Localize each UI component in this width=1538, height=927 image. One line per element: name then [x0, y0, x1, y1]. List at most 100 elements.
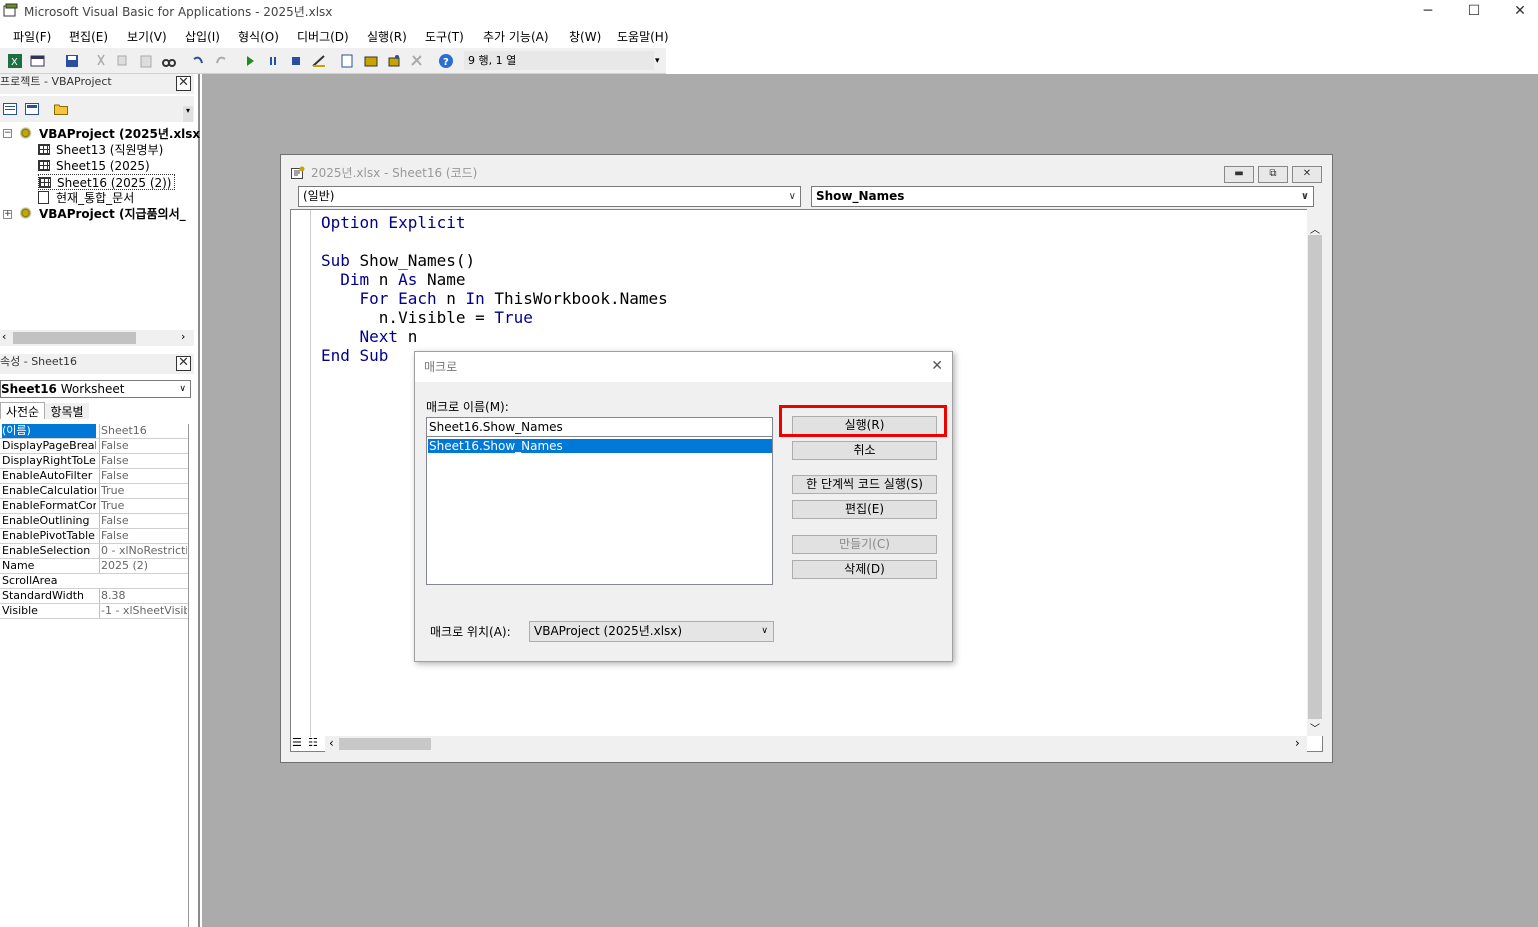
toggle-folders-icon[interactable] — [54, 103, 68, 115]
property-value[interactable]: False — [99, 439, 187, 453]
scroll-down-icon[interactable]: ﹀ — [1310, 720, 1320, 735]
menu-run[interactable]: 실행(R) — [367, 28, 407, 45]
help-icon[interactable]: ? — [438, 53, 454, 69]
code-close-button[interactable]: ✕ — [1292, 166, 1322, 183]
property-row[interactable]: EnableOutlining False — [0, 514, 188, 529]
tree-item-project2[interactable]: VBAProject (지급품의서_ — [20, 206, 186, 222]
scroll-left-icon[interactable]: ‹ — [329, 736, 334, 750]
property-value[interactable]: True — [99, 499, 187, 513]
menu-edit[interactable]: 편집(E) — [69, 28, 108, 45]
property-row[interactable]: EnablePivotTable False — [0, 529, 188, 544]
project-hscroll[interactable]: ‹ › — [0, 330, 194, 346]
margin-indicator-bar[interactable] — [291, 210, 311, 737]
code-line[interactable]: Dim n As Name — [321, 270, 465, 289]
properties-window-icon[interactable] — [363, 53, 379, 69]
property-value[interactable]: False — [99, 514, 187, 528]
menu-help[interactable]: 도움말(H) — [617, 28, 669, 45]
code-vscroll-thumb[interactable] — [1308, 235, 1322, 719]
excel-icon[interactable]: X — [7, 53, 23, 69]
find-icon[interactable] — [161, 53, 177, 69]
menu-view[interactable]: 보기(V) — [127, 28, 167, 45]
edit-button[interactable]: 편집(E) — [792, 500, 937, 519]
property-row[interactable]: DisplayPageBreaksFalse — [0, 439, 188, 454]
full-module-view-icon[interactable]: ☷ — [308, 736, 318, 749]
tree-item-sheet16[interactable]: Sheet16 (2025 (2)) — [38, 174, 175, 190]
macro-name-input[interactable]: Sheet16.Show_Names — [427, 418, 772, 437]
tab-alphabetic[interactable]: 사전순 — [0, 402, 45, 419]
delete-button[interactable]: 삭제(D) — [792, 560, 937, 579]
macro-list[interactable]: Sheet16.Show_Names Sheet16.Show_Names — [426, 417, 773, 585]
property-value[interactable]: False — [99, 454, 187, 468]
scroll-left-icon[interactable]: ‹ — [2, 330, 6, 343]
property-value[interactable]: Sheet16 — [99, 424, 187, 438]
copy-icon[interactable] — [115, 53, 131, 69]
design-mode-icon[interactable] — [311, 53, 327, 69]
scroll-right-icon[interactable]: › — [1295, 736, 1300, 750]
tree-collapse-icon[interactable]: − — [3, 129, 12, 138]
code-line[interactable]: n.Visible = True — [321, 308, 533, 327]
property-row[interactable]: DisplayRightToLeft False — [0, 454, 188, 469]
cancel-button[interactable]: 취소 — [792, 441, 937, 460]
property-value[interactable]: -1 - xlSheetVisible — [99, 604, 187, 618]
macro-list-item[interactable]: Sheet16.Show_Names — [428, 439, 772, 453]
code-line[interactable]: Sub Show_Names() — [321, 251, 475, 270]
code-line[interactable]: Next n — [321, 327, 418, 346]
tree-item-sheet15[interactable]: Sheet15 (2025) — [38, 158, 150, 174]
project-explorer-close-button[interactable]: ✕ — [176, 76, 191, 91]
reset-icon[interactable] — [288, 53, 304, 69]
close-button[interactable]: ✕ — [1497, 0, 1538, 24]
property-row[interactable]: EnableCalculation True — [0, 484, 188, 499]
property-row[interactable]: StandardWidth 8.38 — [0, 589, 188, 604]
undo-icon[interactable] — [190, 53, 206, 69]
macro-dialog-close-button[interactable]: ✕ — [931, 358, 943, 374]
property-row[interactable]: EnableFormatConditionsCalculationTrue — [0, 499, 188, 514]
paste-icon[interactable] — [138, 53, 154, 69]
cut-icon[interactable] — [93, 53, 109, 69]
property-value[interactable]: 2025 (2) — [99, 559, 187, 573]
toolbar-options-icon[interactable]: ▾ — [655, 56, 660, 66]
property-row[interactable]: (이름) Sheet16 — [0, 424, 188, 439]
insert-userform-icon[interactable] — [30, 53, 46, 69]
procedure-combo[interactable]: Show_Names ∨ — [811, 186, 1314, 207]
tree-item-project[interactable]: VBAProject (2025년.xlsx — [20, 126, 200, 142]
minimize-button[interactable]: ─ — [1405, 0, 1451, 24]
procedure-view-icon[interactable]: ☰ — [292, 736, 302, 749]
property-value[interactable]: 0 - xlNoRestrictions — [99, 544, 187, 558]
object-combo[interactable]: (일반) ∨ — [298, 186, 801, 207]
code-vscroll[interactable]: ︿ ﹀ — [1307, 209, 1323, 736]
tree-expand-icon[interactable]: + — [3, 210, 12, 219]
tree-item-thisworkbook[interactable]: 현재_통합_문서 — [38, 190, 134, 206]
code-line[interactable]: For Each n In ThisWorkbook.Names — [321, 289, 668, 308]
property-row[interactable]: Name 2025 (2) — [0, 559, 188, 574]
property-value[interactable]: False — [99, 529, 187, 543]
scroll-up-icon[interactable]: ︿ — [1310, 221, 1320, 236]
run-icon[interactable] — [242, 53, 258, 69]
menu-addins[interactable]: 추가 기능(A) — [483, 28, 549, 45]
code-line[interactable]: Option Explicit — [321, 213, 466, 232]
macro-location-select[interactable]: VBAProject (2025년.xlsx) ∨ — [529, 621, 774, 642]
property-row[interactable]: ScrollArea — [0, 574, 188, 589]
property-row[interactable]: Visible -1 - xlSheetVisible — [0, 604, 188, 619]
menu-tools[interactable]: 도구(T) — [425, 28, 464, 45]
menu-insert[interactable]: 삽입(I) — [185, 28, 220, 45]
toolbox-icon[interactable] — [409, 53, 425, 69]
menu-debug[interactable]: 디버그(D) — [297, 28, 349, 45]
save-icon[interactable] — [64, 53, 80, 69]
maximize-button[interactable]: ☐ — [1451, 0, 1497, 24]
code-line[interactable]: End Sub — [321, 346, 388, 365]
redo-icon[interactable] — [213, 53, 229, 69]
menu-format[interactable]: 형식(O) — [238, 28, 279, 45]
project-explorer-icon[interactable] — [340, 53, 356, 69]
toolbar-overflow-icon[interactable]: ▾ — [183, 106, 193, 122]
properties-close-button[interactable]: ✕ — [176, 356, 191, 371]
property-value[interactable]: False — [99, 469, 187, 483]
break-icon[interactable] — [265, 53, 281, 69]
code-minimize-button[interactable]: ▬ — [1224, 166, 1254, 183]
code-hscroll-thumb[interactable] — [339, 738, 431, 750]
code-restore-button[interactable]: ⧉ — [1258, 166, 1288, 183]
property-value[interactable]: True — [99, 484, 187, 498]
menu-window[interactable]: 창(W) — [569, 28, 601, 45]
project-hscroll-thumb[interactable] — [13, 332, 136, 344]
tree-item-sheet13[interactable]: Sheet13 (직원명부) — [38, 142, 163, 158]
scroll-right-icon[interactable]: › — [181, 330, 185, 343]
